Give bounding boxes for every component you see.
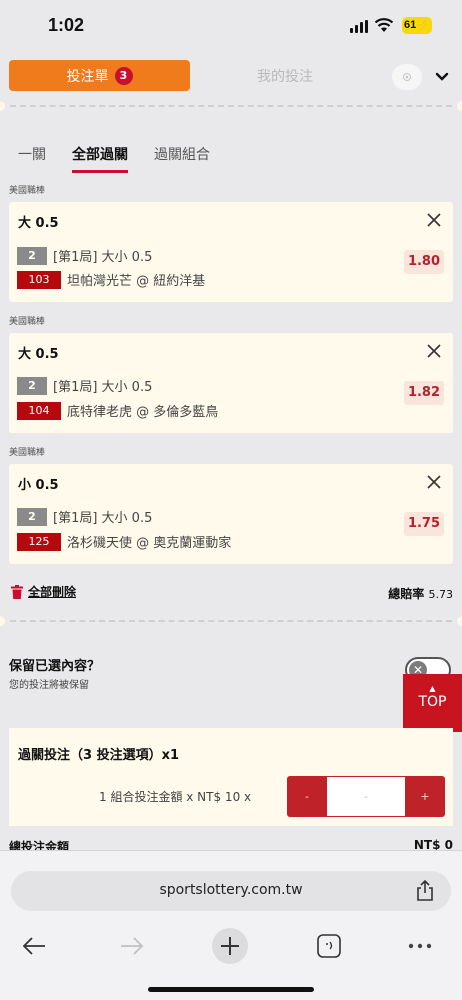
trash-icon <box>11 584 23 599</box>
settings-button[interactable] <box>392 64 422 90</box>
tab-parlay-combo[interactable]: 過關組合 <box>154 144 210 173</box>
browser-toolbar: sportslottery.com.tw <box>0 850 462 1000</box>
arrow-up-icon: ▲ <box>429 684 436 693</box>
match-text: 洛杉磯天使 @ 奧克蘭運動家 <box>67 536 232 551</box>
browser-nav <box>0 926 462 966</box>
tab-betslip[interactable]: 投注單 3 <box>9 60 190 91</box>
betslip-count-badge: 3 <box>114 66 133 85</box>
betslip-header: 投注單 3 我的投注 <box>0 52 462 100</box>
stake-input[interactable]: - <box>327 777 405 816</box>
back-button[interactable] <box>16 928 52 964</box>
wifi-icon <box>374 18 394 32</box>
retain-subtitle: 您的投注將被保留 <box>9 680 89 691</box>
match-code: 103 <box>17 270 61 289</box>
close-icon[interactable] <box>426 212 442 228</box>
market-code: 2 <box>17 246 47 265</box>
odds-value: 1.80 <box>404 250 444 274</box>
scroll-top-button[interactable]: ▲ TOP <box>403 674 462 732</box>
minus-button[interactable]: - <box>287 776 327 817</box>
tab-all-parlay[interactable]: 全部過關 <box>72 144 128 173</box>
url-text: sportslottery.com.tw <box>159 882 303 898</box>
market-code: 2 <box>17 507 47 526</box>
league-label: 美國職棒 <box>9 186 46 196</box>
plus-icon <box>212 928 248 964</box>
chevron-down-icon[interactable] <box>432 66 452 86</box>
arrow-left-icon <box>22 937 45 955</box>
plus-button[interactable]: + <box>405 776 445 817</box>
market-text: [第1局] 大小 0.5 <box>53 511 153 526</box>
odds-value: 1.75 <box>404 512 444 536</box>
league-label: 美國職棒 <box>9 317 46 327</box>
close-icon[interactable] <box>426 474 442 490</box>
divider <box>0 614 462 628</box>
bet-card: 大 0.5 2 [第1局] 大小 0.5 104 底特律老虎 @ 多倫多藍鳥 1… <box>9 333 453 433</box>
match-line: 125 洛杉磯天使 @ 奧克蘭運動家 <box>17 532 231 551</box>
odds-value: 1.82 <box>404 381 444 405</box>
address-bar[interactable]: sportslottery.com.tw <box>11 871 451 911</box>
arrow-right-icon <box>121 937 144 955</box>
battery-level: 61 <box>404 19 417 31</box>
new-tab-button[interactable] <box>212 928 248 964</box>
share-icon[interactable] <box>415 880 435 902</box>
match-code: 104 <box>17 401 61 420</box>
retain-title: 保留已選內容？ <box>9 659 101 674</box>
scroll-top-label: TOP <box>418 694 447 710</box>
status-bar: 1:02 61⚡ <box>0 0 462 52</box>
match-text: 底特律老虎 @ 多倫多藍鳥 <box>67 405 219 420</box>
bet-card: 小 0.5 2 [第1局] 大小 0.5 125 洛杉磯天使 @ 奧克蘭運動家 … <box>9 464 453 564</box>
forward-button[interactable] <box>114 928 150 964</box>
bet-selection: 大 0.5 <box>18 216 59 231</box>
battery-icon: 61⚡ <box>402 17 432 34</box>
tab-betslip-label: 投注單 <box>66 68 109 85</box>
delete-all-label: 全部刪除 <box>28 585 77 599</box>
match-line: 103 坦帕灣光芒 @ 紐約洋基 <box>17 270 205 289</box>
tabs-icon <box>317 934 341 958</box>
market-text: [第1局] 大小 0.5 <box>53 250 153 265</box>
market-text: [第1局] 大小 0.5 <box>53 380 153 395</box>
total-odds: 總賠率 5.73 <box>388 585 453 602</box>
bet-card: 大 0.5 2 [第1局] 大小 0.5 103 坦帕灣光芒 @ 紐約洋基 1.… <box>9 202 453 302</box>
home-indicator <box>148 987 314 992</box>
match-code: 125 <box>17 532 61 551</box>
delete-all-button[interactable]: 全部刪除 <box>11 583 453 600</box>
market-line: 2 [第1局] 大小 0.5 <box>17 376 152 395</box>
more-button[interactable] <box>402 928 438 964</box>
tabs-button[interactable] <box>311 928 347 964</box>
divider <box>0 99 462 113</box>
match-text: 坦帕灣光芒 @ 紐約洋基 <box>67 274 206 289</box>
market-line: 2 [第1局] 大小 0.5 <box>17 507 152 526</box>
bet-selection: 大 0.5 <box>18 347 59 362</box>
league-label: 美國職棒 <box>9 448 46 458</box>
clock: 1:02 <box>48 15 85 35</box>
parlay-title: 過關投注（3 投注選項）x1 <box>18 748 180 763</box>
market-line: 2 [第1局] 大小 0.5 <box>17 246 152 265</box>
total-odds-value: 5.73 <box>428 588 454 601</box>
close-icon[interactable] <box>426 343 442 359</box>
bet-selection: 小 0.5 <box>18 478 59 493</box>
settings-icon <box>403 73 411 81</box>
parlay-card: 過關投注（3 投注選項）x1 1 組合投注金額 x NT$ 10 x - - + <box>9 728 453 826</box>
market-code: 2 <box>17 376 47 395</box>
signal-icon <box>350 20 368 33</box>
stake-label: 1 組合投注金額 x NT$ 10 x <box>99 790 252 804</box>
tab-single[interactable]: 一關 <box>18 144 46 173</box>
match-line: 104 底特律老虎 @ 多倫多藍鳥 <box>17 401 218 420</box>
bet-type-tabs: 一關 全部過關 過關組合 <box>18 144 210 173</box>
betslip-footer: 全部刪除 總賠率 5.73 <box>11 583 453 603</box>
more-icon <box>408 943 432 949</box>
total-odds-label: 總賠率 <box>388 587 425 601</box>
tab-my-bets[interactable]: 我的投注 <box>190 60 380 91</box>
stake-stepper: - - + <box>287 776 445 817</box>
